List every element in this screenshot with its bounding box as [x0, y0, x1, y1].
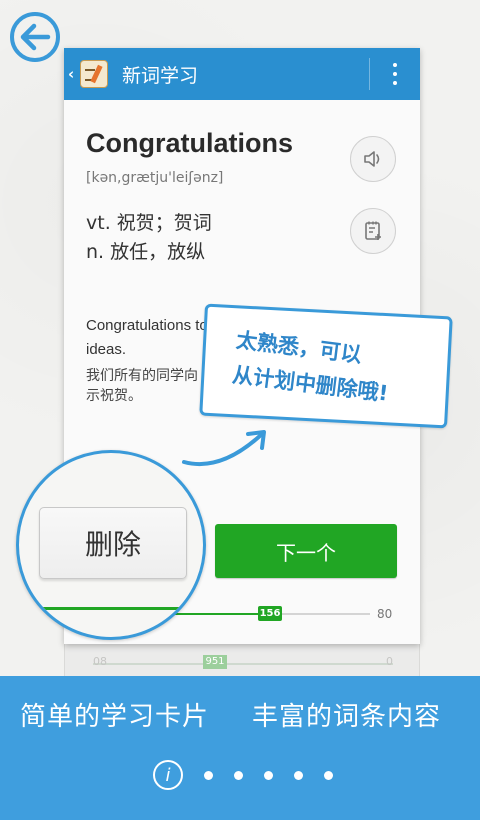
tip-line-2: 从计划中删除哦!	[231, 362, 390, 406]
ghost-right-count: 0	[386, 655, 393, 668]
app-bar-divider	[369, 58, 370, 90]
promo-banner: 简单的学习卡片 丰富的词条内容	[0, 676, 480, 820]
pager-dot[interactable]	[294, 770, 303, 780]
arrow-left-icon	[20, 23, 51, 51]
word-title: Congratulations	[86, 128, 293, 158]
pager-dot[interactable]	[324, 770, 333, 780]
chevron-left-icon[interactable]: ‹	[68, 65, 78, 83]
ghost-progress-bar	[93, 663, 393, 665]
notebook-add-icon	[365, 221, 381, 240]
progress-current: 156	[258, 606, 282, 621]
ghost-left-count: 08	[93, 655, 107, 668]
curved-arrow-icon	[182, 430, 266, 467]
pager-current[interactable]: i	[153, 760, 183, 790]
pager-dot[interactable]	[204, 770, 213, 780]
overflow-menu-icon[interactable]	[382, 60, 408, 88]
definition-noun: n. 放任，放纵	[86, 241, 206, 263]
progress-total: 80	[377, 607, 393, 621]
app-logo-icon[interactable]	[80, 60, 108, 88]
slogan-left: 简单的学习卡片	[20, 702, 210, 732]
tip-bubble: 太熟悉，可以 从计划中删除哦!	[199, 303, 453, 429]
next-button[interactable]: 下一个	[215, 524, 397, 578]
ghost-badge: 951	[203, 655, 227, 669]
app-bar-title: 新词学习	[122, 64, 199, 87]
next-card-preview: 08 951 0	[64, 640, 420, 680]
add-to-plan-button[interactable]	[350, 208, 396, 254]
phonetic-text: [kən,grætju'leiʃənz]	[86, 170, 224, 186]
page-indicator: i	[153, 760, 333, 790]
magnifier-callout: 删除	[16, 450, 206, 640]
magnified-progress-line	[19, 607, 179, 610]
pager-dot[interactable]	[264, 770, 273, 780]
pager-dot[interactable]	[234, 770, 243, 780]
progress-fill	[174, 613, 270, 615]
slogan-right: 丰富的词条内容	[252, 702, 442, 732]
back-button[interactable]	[10, 12, 60, 62]
app-bar: ‹ 新词学习	[64, 48, 420, 100]
pronounce-button[interactable]	[350, 136, 396, 182]
definition-verb: vt. 祝贺；贺词	[86, 212, 212, 234]
speaker-icon	[364, 151, 380, 167]
delete-button[interactable]: 删除	[39, 507, 187, 579]
